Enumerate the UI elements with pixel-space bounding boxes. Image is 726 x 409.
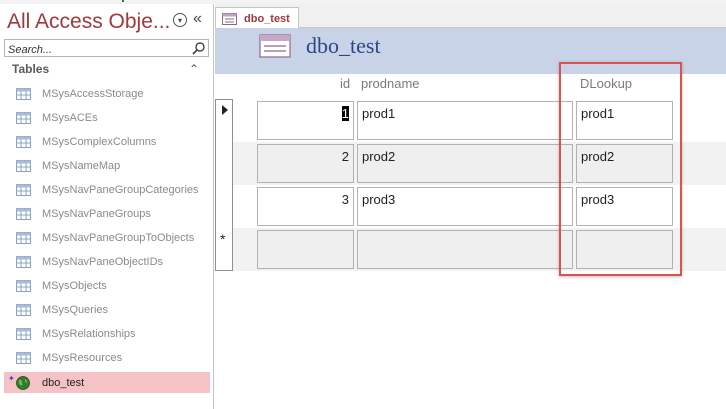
nav-search-input[interactable] [5,42,191,58]
table-icon [16,208,31,220]
dlookup-field[interactable]: prod1 [576,101,673,140]
navigation-pane: All Access Obje... ▾ « Tables ⌃ MSysAcce… [0,4,214,409]
id-field[interactable]: 3 [257,187,354,226]
prodname-field[interactable]: prod2 [357,144,573,183]
linked-table-arrow-icon: ✦ [8,374,15,383]
group-collapse-icon[interactable]: ⌃ [189,62,199,76]
record-selector-1[interactable] [216,100,234,143]
nav-item-label: MSysComplexColumns [42,136,157,148]
nav-item-label: MSysObjects [42,280,107,292]
nav-item-label: MSysNavPaneGroupToObjects [42,232,195,244]
column-header-dlookup: DLookup [580,76,633,91]
tab-dbo-test[interactable]: dbo_test [215,7,299,29]
dlookup-field[interactable]: prod3 [576,187,673,226]
new-record-asterisk-icon: * [220,231,226,247]
nav-item-msysqueries[interactable]: MSysQueries [4,298,210,322]
column-header-prodname: prodname [361,76,420,91]
nav-item-msysnavpanegroupcategories[interactable]: MSysNavPaneGroupCategories [4,178,210,202]
form-title: dbo_test [306,33,381,58]
table-icon [16,256,31,268]
search-icon[interactable] [191,41,206,56]
table-icon [16,136,31,148]
nav-item-msysresources[interactable]: MSysResources [4,346,210,370]
table-icon [16,304,31,316]
record-selector-column: * [215,99,233,271]
table-row: 1 prod1 prod1 [233,99,726,142]
id-value: 1 [341,106,349,121]
table-icon [16,184,31,196]
form-icon [222,12,237,25]
nav-item-msysnavpanegroups[interactable]: MSysNavPaneGroups [4,202,210,226]
prodname-field[interactable]: prod1 [357,101,573,140]
nav-item-msysnavpaneobjectids[interactable]: MSysNavPaneObjectIDs [4,250,210,274]
nav-search-box[interactable] [4,39,209,58]
table-icon [16,112,31,124]
dlookup-field[interactable] [576,230,673,269]
nav-item-msysaccessstorage[interactable]: MSysAccessStorage [4,82,210,106]
globe-icon [16,375,30,390]
column-header-id: id [340,76,351,91]
prodname-field[interactable]: prod3 [357,187,573,226]
nav-item-label: dbo_test [42,376,85,389]
prodname-field[interactable] [357,230,573,269]
nav-item-msysobjects[interactable]: MSysObjects [4,274,210,298]
nav-item-label: MSysNavPaneGroupCategories [42,184,199,196]
nav-item-label: MSysResources [42,352,123,364]
record-selector-2[interactable] [216,143,234,186]
nav-item-label: MSysNavPaneGroups [42,208,151,220]
edge-mark [122,0,124,2]
table-row: 3 prod3 prod3 [233,185,726,228]
table-icon [16,280,31,292]
current-record-arrow-icon [222,105,228,115]
nav-item-msysnavpanegrouptoobjects[interactable]: MSysNavPaneGroupToObjects [4,226,210,250]
document-area: dbo_test dbo_test id prodname DLookup * … [215,4,726,409]
nav-item-label: MSysRelationships [42,328,136,340]
table-icon [16,160,31,172]
record-selector-new[interactable]: * [216,229,234,272]
form-icon [259,34,291,58]
table-icon [16,352,31,364]
nav-item-msyscomplexcolumns[interactable]: MSysComplexColumns [4,130,210,154]
nav-item-msysaces[interactable]: MSysACEs [4,106,210,130]
new-record-row [233,228,726,271]
nav-item-label: MSysNameMap [42,160,121,172]
table-row: 2 prod2 prod2 [233,142,726,185]
nav-item-msysnamemap[interactable]: MSysNameMap [4,154,210,178]
nav-item-label: MSysQueries [42,304,109,316]
nav-item-label: MSysACEs [42,112,98,124]
id-field[interactable]: 2 [257,144,354,183]
nav-item-label: MSysNavPaneObjectIDs [42,256,164,268]
form-header: dbo_test [215,28,726,74]
nav-pane-title[interactable]: All Access Obje... [7,10,170,34]
nav-item-label: MSysAccessStorage [42,88,144,100]
dlookup-field[interactable]: prod2 [576,144,673,183]
tables-group-header[interactable]: Tables [12,62,49,76]
id-field[interactable] [257,230,354,269]
table-icon [16,88,31,100]
nav-object-list: MSysAccessStorage MSysACEs MSysComplexCo… [4,82,210,393]
document-tab-strip: dbo_test [215,4,726,29]
nav-menu-dropdown-icon[interactable]: ▾ [173,13,187,27]
nav-item-msysrelationships[interactable]: MSysRelationships [4,322,210,346]
tab-label: dbo_test [244,12,290,25]
record-selector-3[interactable] [216,186,234,229]
nav-item-dbo-test[interactable]: ✦ dbo_test [4,372,210,393]
shutter-bar-collapse-icon[interactable]: « [193,10,202,28]
id-field[interactable]: 1 [257,101,354,140]
table-icon [16,328,31,340]
table-icon [16,232,31,244]
